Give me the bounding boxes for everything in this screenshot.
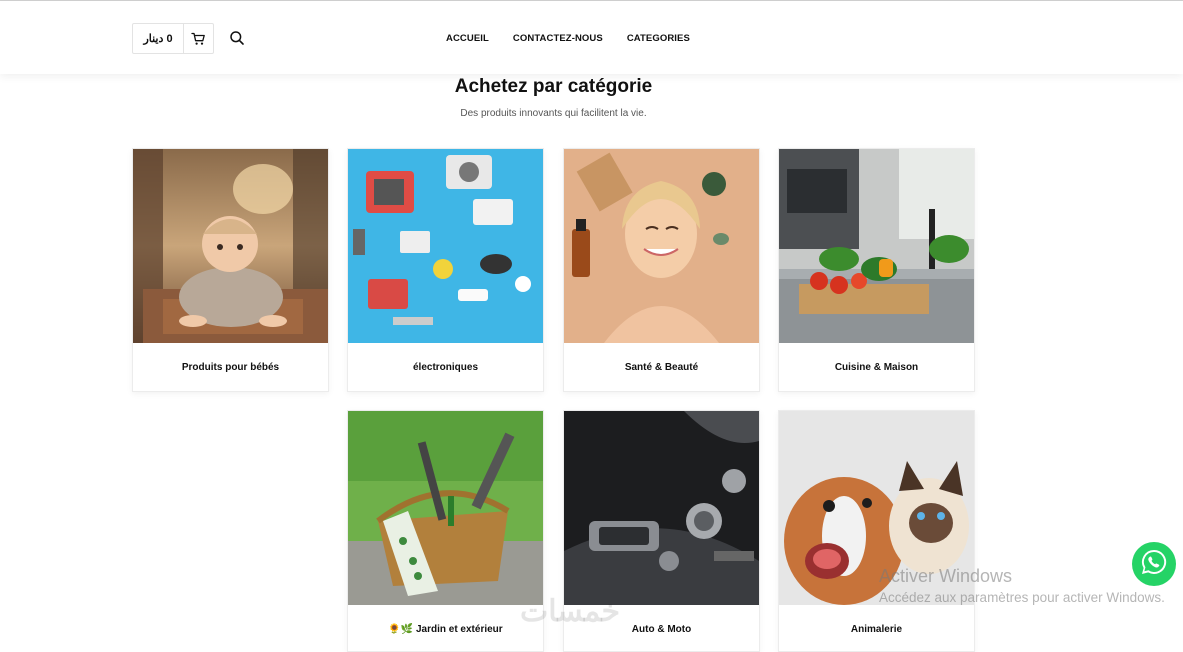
page-title: Achetez par catégorie bbox=[454, 76, 653, 97]
category-label-beauty: Santé & Beauté bbox=[624, 362, 699, 373]
electronics-image bbox=[348, 149, 543, 343]
cart-icon bbox=[183, 24, 213, 53]
category-label-garden: 🌻🌿 Jardin et extérieur bbox=[388, 624, 503, 635]
search-icon[interactable] bbox=[229, 30, 245, 46]
garden-image bbox=[348, 411, 543, 605]
kitchen-image bbox=[779, 149, 974, 343]
page-subtitle: Des produits innovants qui facilitent la… bbox=[460, 108, 647, 119]
category-card-baby[interactable]: Produits pour bébés bbox=[132, 148, 329, 392]
nav-contactez-nous[interactable]: CONTACTEZ-NOUS bbox=[513, 33, 603, 45]
windows-activation-title: Activer Windows bbox=[879, 566, 1013, 586]
whatsapp-button[interactable] bbox=[1132, 542, 1176, 586]
category-label-baby: Produits pour bébés bbox=[181, 362, 280, 373]
category-card-electronics[interactable]: électroniques bbox=[347, 148, 544, 392]
baby-image bbox=[133, 149, 328, 343]
beauty-image bbox=[564, 149, 759, 343]
category-label-kitchen: Cuisine & Maison bbox=[834, 362, 919, 373]
category-card-garden[interactable]: 🌻🌿 Jardin et extérieur bbox=[347, 410, 544, 652]
windows-activation-subtitle: Accédez aux paramètres pour activer Wind… bbox=[879, 590, 1165, 605]
site-watermark: خمسات bbox=[520, 595, 621, 628]
cart-button[interactable]: 0 دينار bbox=[132, 23, 214, 54]
category-card-pets[interactable]: Animalerie bbox=[778, 410, 975, 652]
site-header: 0 دينار ACCUEIL CONTACTEZ-NOUS CATEGORIE… bbox=[0, 1, 1183, 74]
cart-amount: 0 دينار bbox=[143, 33, 173, 45]
nav-accueil[interactable]: ACCUEIL bbox=[446, 33, 489, 45]
main-nav: ACCUEIL CONTACTEZ-NOUS CATEGORIES bbox=[446, 33, 714, 45]
category-label-pets: Animalerie bbox=[850, 624, 903, 635]
category-card-kitchen[interactable]: Cuisine & Maison bbox=[778, 148, 975, 392]
auto-image bbox=[564, 411, 759, 605]
category-card-beauty[interactable]: Santé & Beauté bbox=[563, 148, 760, 392]
nav-categories[interactable]: CATEGORIES bbox=[627, 33, 690, 45]
category-label-electronics: électroniques bbox=[412, 362, 479, 373]
whatsapp-icon bbox=[1139, 547, 1169, 582]
